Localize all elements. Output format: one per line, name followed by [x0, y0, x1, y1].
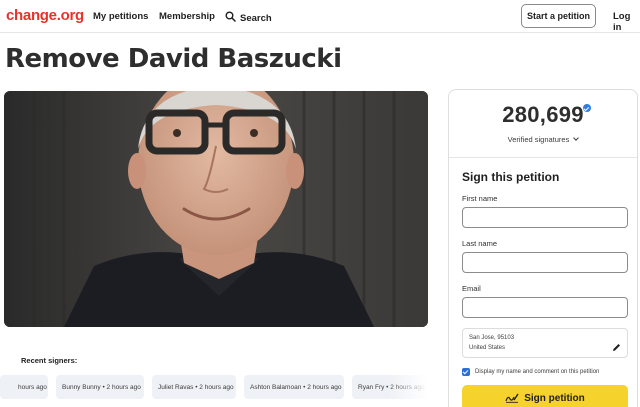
search-icon: [225, 9, 236, 27]
last-name-label: Last name: [462, 239, 498, 248]
signature-count-wrap: 280,699: [449, 102, 637, 128]
start-petition-button[interactable]: Start a petition: [521, 4, 596, 28]
checkbox-checked-icon[interactable]: [462, 368, 470, 376]
panel-divider: [449, 157, 637, 158]
sign-petition-button[interactable]: Sign petition: [462, 385, 628, 407]
location-box[interactable]: San Jose, 95103 United States: [462, 328, 628, 358]
search-link[interactable]: Search: [225, 9, 272, 27]
petition-hero-image: [4, 91, 428, 327]
email-field[interactable]: [462, 297, 628, 318]
display-name-label: Display my name and comment on this peti…: [475, 369, 600, 375]
email-label: Email: [462, 284, 481, 293]
signature-count: 280,699: [502, 102, 584, 127]
sign-petition-button-label: Sign petition: [524, 392, 585, 404]
top-navigation-bar: change.org My petitions Membership Searc…: [0, 0, 640, 33]
petition-title: Remove David Baszucki: [5, 44, 342, 74]
sign-petition-panel: 280,699 Verified signatures Sign this pe…: [448, 89, 638, 407]
display-name-option[interactable]: Display my name and comment on this peti…: [462, 368, 599, 376]
pencil-icon[interactable]: [612, 339, 621, 357]
sign-petition-heading: Sign this petition: [462, 170, 560, 184]
search-label: Search: [240, 12, 272, 24]
location-city: San Jose, 95103: [469, 335, 515, 341]
last-name-field[interactable]: [462, 252, 628, 273]
verified-check-icon: [583, 104, 591, 112]
signers-fade-overlay: [388, 375, 428, 401]
signer-chip: Ashton Balamoan • 2 hours ago: [244, 375, 344, 399]
signer-chip: Juliet Ravas • 2 hours ago: [152, 375, 236, 399]
login-link[interactable]: Log in: [613, 11, 640, 33]
recent-signers-strip: hours ago Bunny Bunny • 2 hours ago Juli…: [0, 375, 428, 401]
location-country: United States: [469, 345, 506, 351]
signer-chip: Bunny Bunny • 2 hours ago: [56, 375, 144, 399]
nav-membership[interactable]: Membership: [159, 11, 215, 22]
nav-my-petitions[interactable]: My petitions: [93, 11, 148, 22]
chevron-down-icon: [573, 135, 580, 141]
verified-signatures-label: Verified signatures: [507, 135, 570, 144]
recent-signers-title: Recent signers:: [21, 356, 78, 365]
first-name-label: First name: [462, 194, 498, 203]
change-org-logo[interactable]: change.org: [6, 7, 84, 24]
signature-pen-icon: [505, 391, 519, 406]
first-name-field[interactable]: [462, 207, 628, 228]
verified-signatures-toggle[interactable]: Verified signatures: [449, 135, 637, 144]
signer-chip: hours ago: [0, 375, 48, 399]
